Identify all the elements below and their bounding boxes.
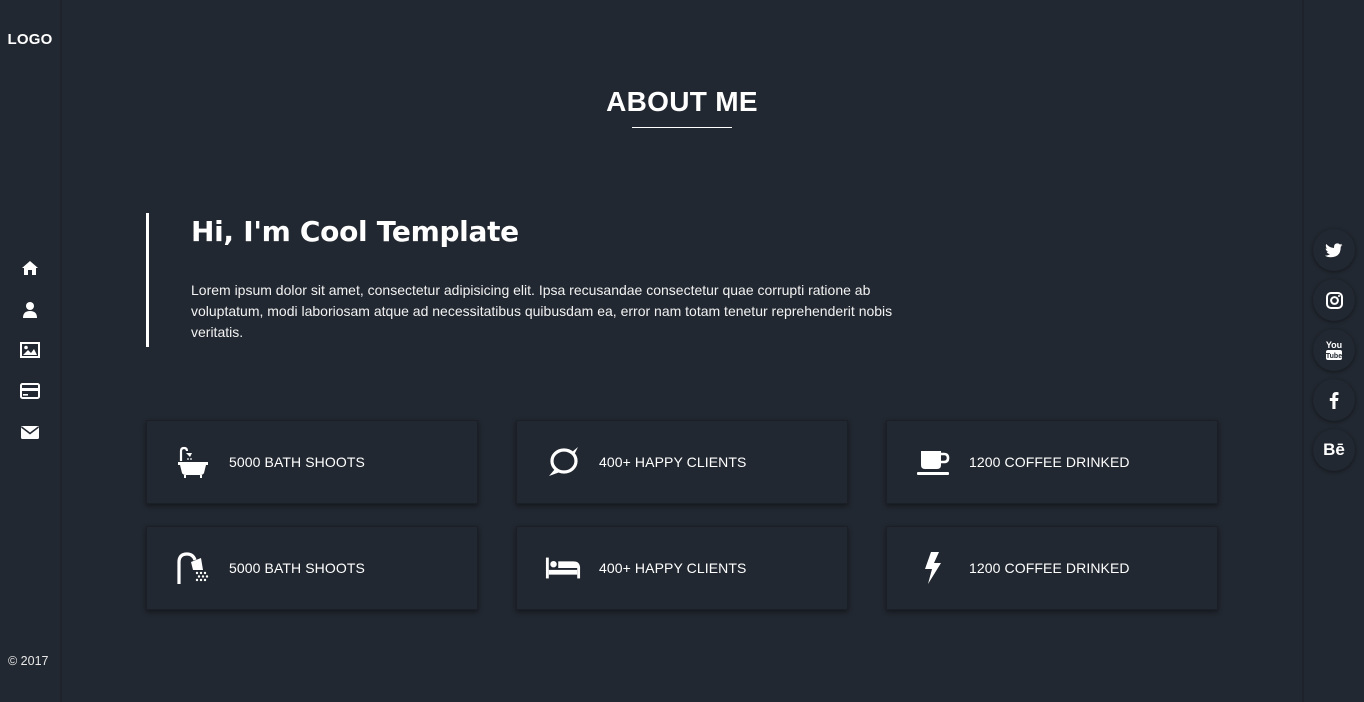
- stat-label: 1200 COFFEE DRINKED: [969, 560, 1130, 576]
- instagram-icon: [1325, 291, 1343, 309]
- svg-text:You: You: [1326, 340, 1342, 350]
- stat-label: 5000 BATH SHOOTS: [229, 560, 365, 576]
- stat-card: 1200 COFFEE DRINKED: [886, 526, 1218, 610]
- card-icon: [20, 383, 40, 399]
- social-youtube[interactable]: You Tube: [1313, 329, 1355, 371]
- stat-card: 1200 COFFEE DRINKED: [886, 420, 1218, 504]
- nav-contact[interactable]: [19, 422, 41, 442]
- social-twitter[interactable]: [1313, 229, 1355, 271]
- social-links: You Tube Bē: [1313, 229, 1357, 479]
- stat-card: 400+ HAPPY CLIENTS: [516, 526, 848, 610]
- svg-text:Tube: Tube: [1326, 353, 1342, 360]
- nav-home[interactable]: [19, 258, 41, 278]
- coffee-cup-icon: [915, 444, 951, 480]
- shower-icon: [175, 550, 211, 586]
- image-icon: [20, 342, 40, 358]
- lightning-icon: [915, 550, 951, 586]
- stat-card: 5000 BATH SHOOTS: [146, 526, 478, 610]
- facebook-icon: [1329, 392, 1339, 409]
- envelope-icon: [21, 425, 39, 439]
- logo[interactable]: LOGO: [0, 31, 60, 48]
- twitter-icon: [1325, 242, 1343, 257]
- behance-icon: Bē: [1323, 440, 1345, 459]
- stat-label: 5000 BATH SHOOTS: [229, 454, 365, 470]
- intro-heading: Hi, I'm Cool Template: [191, 215, 519, 248]
- nav-gallery[interactable]: [19, 340, 41, 360]
- sidebar-nav: [19, 258, 41, 463]
- intro-paragraph: Lorem ipsum dolor sit amet, consectetur …: [191, 282, 893, 340]
- copyright: © 2017: [8, 654, 49, 668]
- title-underline: [632, 127, 732, 128]
- page: LOGO © 2017 ABOUT ME Hi, I'm Cool Templa…: [0, 0, 1364, 702]
- bed-icon: [545, 550, 581, 586]
- home-icon: [22, 261, 38, 275]
- section-title: ABOUT ME: [606, 86, 758, 117]
- stat-label: 400+ HAPPY CLIENTS: [599, 454, 747, 470]
- bathtub-icon: [175, 444, 211, 480]
- social-facebook[interactable]: [1313, 379, 1355, 421]
- stat-label: 400+ HAPPY CLIENTS: [599, 560, 747, 576]
- intro-block: Hi, I'm Cool Template Lorem ipsum dolor …: [146, 213, 926, 347]
- stat-card: 400+ HAPPY CLIENTS: [516, 420, 848, 504]
- nav-about[interactable]: [19, 299, 41, 319]
- stat-label: 1200 COFFEE DRINKED: [969, 454, 1130, 470]
- social-instagram[interactable]: [1313, 279, 1355, 321]
- user-icon: [23, 301, 37, 318]
- right-social-bar: You Tube Bē: [1302, 0, 1364, 702]
- nav-pricing[interactable]: [19, 381, 41, 401]
- stat-card: 5000 BATH SHOOTS: [146, 420, 478, 504]
- youtube-icon: You Tube: [1326, 340, 1342, 360]
- chat-bubble-icon: [545, 444, 581, 480]
- social-behance[interactable]: Bē: [1313, 429, 1355, 471]
